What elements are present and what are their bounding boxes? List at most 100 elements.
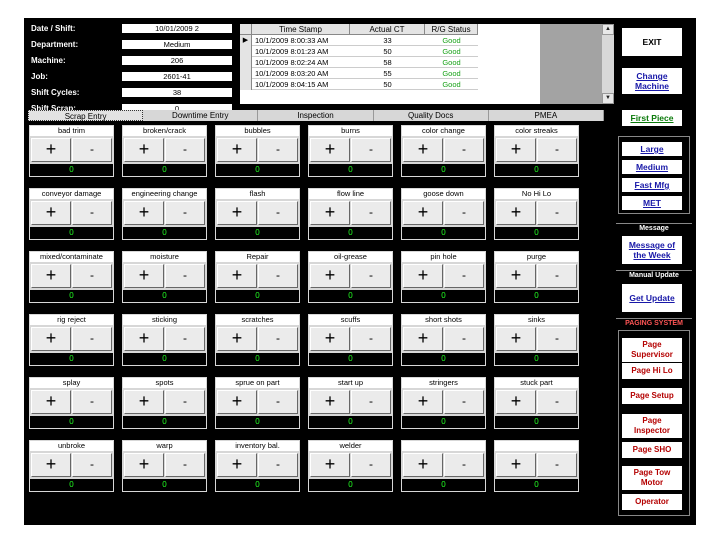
decrement-button[interactable]: - (258, 138, 298, 162)
increment-button[interactable]: + (217, 390, 257, 414)
scroll-up-icon[interactable]: ▲ (602, 24, 614, 35)
increment-button[interactable]: + (496, 264, 536, 288)
decrement-button[interactable]: - (165, 138, 205, 162)
decrement-button[interactable]: - (72, 327, 112, 351)
met-button[interactable]: MET (622, 196, 682, 210)
row-selector[interactable]: ▶ (240, 35, 252, 46)
increment-button[interactable]: + (124, 453, 164, 477)
row-selector[interactable] (240, 68, 252, 79)
paging-button[interactable]: Page Tow Motor (622, 466, 682, 490)
increment-button[interactable]: + (31, 264, 71, 288)
increment-button[interactable]: + (217, 327, 257, 351)
increment-button[interactable]: + (31, 390, 71, 414)
increment-button[interactable]: + (310, 264, 350, 288)
increment-button[interactable]: + (496, 138, 536, 162)
decrement-button[interactable]: - (444, 327, 484, 351)
decrement-button[interactable]: - (351, 201, 391, 225)
tab-inspection[interactable]: Inspection (258, 110, 374, 121)
increment-button[interactable]: + (31, 327, 71, 351)
decrement-button[interactable]: - (258, 201, 298, 225)
increment-button[interactable]: + (124, 138, 164, 162)
increment-button[interactable]: + (310, 327, 350, 351)
tab-scrap-entry[interactable]: Scrap Entry (28, 110, 144, 121)
decrement-button[interactable]: - (258, 264, 298, 288)
decrement-button[interactable]: - (351, 138, 391, 162)
paging-button[interactable]: Page Supervisor (622, 338, 682, 362)
decrement-button[interactable]: - (258, 327, 298, 351)
change-machine-button[interactable]: Change Machine (622, 68, 682, 94)
increment-button[interactable]: + (217, 201, 257, 225)
decrement-button[interactable]: - (351, 390, 391, 414)
row-selector[interactable] (240, 57, 252, 68)
medium-button[interactable]: Medium (622, 160, 682, 174)
first-piece-button[interactable]: First Piece (622, 110, 682, 126)
decrement-button[interactable]: - (72, 201, 112, 225)
cycle-log-grid[interactable]: Time Stamp Actual CT R/G Status ▶ 10/1/2009 … (240, 24, 614, 104)
paging-button[interactable]: Page SHO (622, 442, 682, 458)
decrement-button[interactable]: - (351, 264, 391, 288)
tab-pmea[interactable]: PMEA (489, 110, 604, 121)
increment-button[interactable]: + (496, 201, 536, 225)
increment-button[interactable]: + (124, 264, 164, 288)
get-update-button[interactable]: Get Update (622, 284, 682, 312)
increment-button[interactable]: + (496, 327, 536, 351)
increment-button[interactable]: + (217, 264, 257, 288)
increment-button[interactable]: + (124, 201, 164, 225)
decrement-button[interactable]: - (537, 390, 577, 414)
decrement-button[interactable]: - (72, 138, 112, 162)
increment-button[interactable]: + (403, 138, 443, 162)
tab-quality-docs[interactable]: Quality Docs (374, 110, 489, 121)
increment-button[interactable]: + (310, 138, 350, 162)
decrement-button[interactable]: - (537, 138, 577, 162)
increment-button[interactable]: + (31, 138, 71, 162)
decrement-button[interactable]: - (258, 453, 298, 477)
decrement-button[interactable]: - (537, 264, 577, 288)
row-selector[interactable] (240, 46, 252, 57)
decrement-button[interactable]: - (537, 201, 577, 225)
log-scrollbar[interactable]: ▲ ▼ (602, 24, 614, 104)
increment-button[interactable]: + (403, 327, 443, 351)
paging-button[interactable]: Operator (622, 494, 682, 510)
decrement-button[interactable]: - (258, 390, 298, 414)
tab-downtime-entry[interactable]: Downtime Entry (143, 110, 259, 121)
increment-button[interactable]: + (124, 327, 164, 351)
decrement-button[interactable]: - (165, 390, 205, 414)
decrement-button[interactable]: - (72, 453, 112, 477)
increment-button[interactable]: + (217, 453, 257, 477)
increment-button[interactable]: + (403, 201, 443, 225)
decrement-button[interactable]: - (444, 264, 484, 288)
decrement-button[interactable]: - (351, 453, 391, 477)
paging-button[interactable]: Page Inspector (622, 414, 682, 438)
increment-button[interactable]: + (31, 201, 71, 225)
increment-button[interactable]: + (403, 390, 443, 414)
row-selector[interactable] (240, 79, 252, 90)
increment-button[interactable]: + (124, 390, 164, 414)
paging-button[interactable]: Page Setup (622, 388, 682, 404)
large-button[interactable]: Large (622, 142, 682, 156)
decrement-button[interactable]: - (72, 390, 112, 414)
increment-button[interactable]: + (217, 138, 257, 162)
increment-button[interactable]: + (310, 201, 350, 225)
increment-button[interactable]: + (31, 453, 71, 477)
exit-button[interactable]: EXIT (622, 28, 682, 56)
message-of-week-button[interactable]: Message of the Week (622, 236, 682, 264)
decrement-button[interactable]: - (351, 327, 391, 351)
decrement-button[interactable]: - (444, 453, 484, 477)
increment-button[interactable]: + (403, 453, 443, 477)
scroll-down-icon[interactable]: ▼ (602, 93, 614, 104)
decrement-button[interactable]: - (444, 201, 484, 225)
decrement-button[interactable]: - (165, 201, 205, 225)
decrement-button[interactable]: - (444, 390, 484, 414)
increment-button[interactable]: + (310, 390, 350, 414)
decrement-button[interactable]: - (537, 453, 577, 477)
increment-button[interactable]: + (496, 453, 536, 477)
fast-mfg-button[interactable]: Fast Mfg (622, 178, 682, 192)
decrement-button[interactable]: - (165, 453, 205, 477)
increment-button[interactable]: + (496, 390, 536, 414)
decrement-button[interactable]: - (165, 264, 205, 288)
decrement-button[interactable]: - (72, 264, 112, 288)
decrement-button[interactable]: - (444, 138, 484, 162)
paging-button[interactable]: Page Hi Lo (622, 363, 682, 379)
decrement-button[interactable]: - (537, 327, 577, 351)
increment-button[interactable]: + (403, 264, 443, 288)
